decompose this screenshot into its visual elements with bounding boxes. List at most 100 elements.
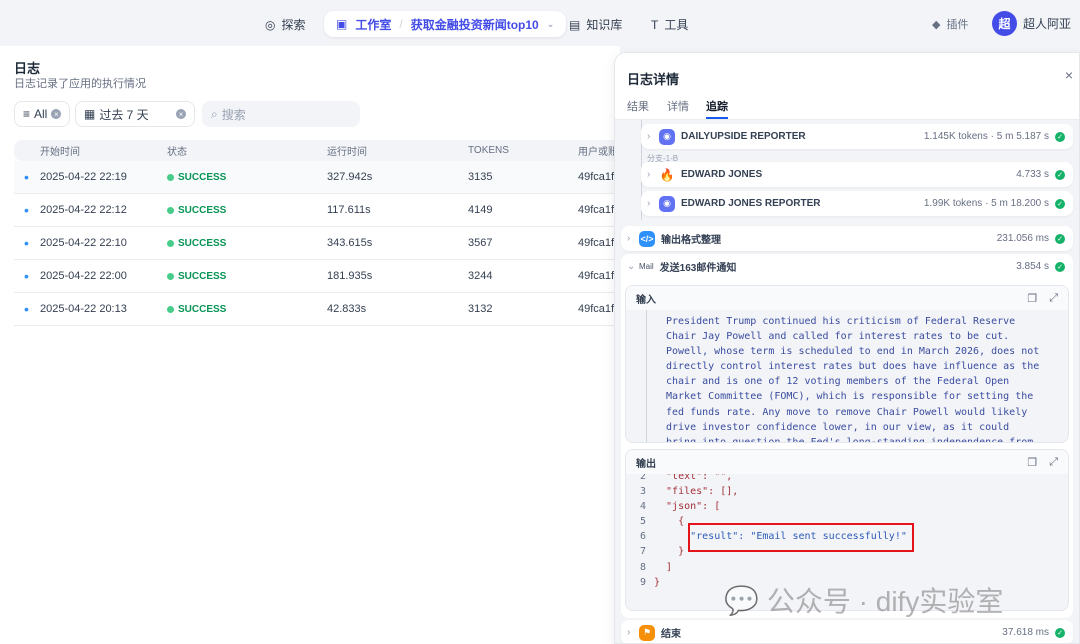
output-label: 输出	[636, 458, 656, 470]
hammer-icon: T	[651, 17, 659, 32]
start-time: 2025-04-22 22:12	[40, 204, 127, 216]
input-line: directly control interest rates but does…	[666, 361, 1040, 373]
clear-icon[interactable]: ×	[176, 109, 186, 119]
search-input[interactable]: ⌕ 搜索	[202, 101, 360, 127]
copy-icon[interactable]: ❐	[1027, 292, 1037, 305]
copy-icon[interactable]: ❐	[1027, 456, 1037, 469]
table-header: 开始时间 状态 运行时间 TOKENS 用户或账户	[14, 140, 628, 161]
user: 49fca1f	[578, 237, 615, 249]
page-subtitle: 日志记录了应用的执行情况	[14, 78, 146, 90]
check-icon: ✓	[1055, 233, 1065, 244]
code-text: {	[654, 516, 685, 528]
input-box: 输入 ❐ ⤢ President Trump continued his criti…	[625, 285, 1069, 443]
calendar-icon: ▦	[84, 107, 96, 121]
code-text: ]	[654, 561, 673, 573]
user: 49fca1f	[578, 171, 615, 183]
start-time: 2025-04-22 22:10	[40, 237, 127, 249]
line-number: 3	[639, 486, 646, 498]
expand-icon[interactable]: ⤢	[1049, 456, 1058, 469]
compass-icon: ◎	[265, 17, 276, 32]
tokens: 3244	[468, 270, 493, 282]
input-line: Chair Jay Powell and called for interest…	[666, 331, 1010, 343]
avatar: 超	[992, 11, 1017, 36]
app-selector[interactable]: 获取金融投资新闻top10	[411, 16, 539, 33]
tab-result[interactable]: 结果	[627, 98, 649, 114]
col-tokens: TOKENS	[468, 145, 509, 156]
nav-studio[interactable]: ▣ 工作室 / 获取金融投资新闻top10 ⌄	[324, 11, 567, 37]
clear-icon[interactable]: ×	[51, 109, 62, 119]
input-label: 输入	[636, 294, 656, 306]
check-icon: ✓	[1055, 198, 1065, 209]
table-row[interactable]: • 2025-04-22 22:12 SUCCESS 117.611s 4149…	[14, 194, 620, 227]
check-icon: ✓	[1055, 169, 1065, 180]
mail-icon: Mail	[639, 262, 654, 271]
status-badge: SUCCESS	[167, 161, 226, 193]
code-text: "files": [],	[654, 486, 739, 498]
code-line: 4 "json": [	[626, 499, 907, 514]
table-row[interactable]: • 2025-04-22 22:19 SUCCESS 327.942s 3135…	[14, 161, 620, 194]
runtime: 343.615s	[327, 237, 373, 249]
trace-node-header[interactable]: ⌄ Mail 发送163邮件通知 3.854 s ✓	[621, 254, 1073, 279]
user-menu[interactable]: 超超人阿亚	[992, 11, 1071, 36]
status-filter[interactable]: ≡ All ×	[14, 101, 71, 127]
nav-tools[interactable]: T 工具	[651, 16, 688, 33]
tokens: 4149	[468, 204, 493, 216]
start-time: 2025-04-22 22:00	[40, 270, 127, 282]
tokens: 3135	[468, 171, 493, 183]
tokens: 3132	[468, 303, 493, 315]
status-badge: SUCCESS	[167, 227, 226, 259]
tab-tracing[interactable]: 追踪	[706, 98, 728, 114]
line-number: 7	[639, 546, 646, 558]
studio-label[interactable]: 工作室	[355, 16, 391, 33]
expand-icon[interactable]: ⤢	[1049, 292, 1058, 305]
top-nav: ◎ 探索 ▣ 工作室 / 获取金融投资新闻top10 ⌄ ▤ 知识库 T 工具 ◆ 插件…	[0, 0, 1080, 46]
trace-node[interactable]: › ◉ DAILYUPSIDE REPORTER 1.145K tokens · 5 …	[641, 124, 1073, 149]
unread-dot: •	[24, 202, 29, 218]
log-detail-panel: 日志详情 × 结果 详情 追踪 › ◉ DAILYUPSIDE REPORTER 1.…	[614, 52, 1080, 644]
runtime: 327.942s	[327, 171, 373, 183]
nav-plugins[interactable]: ◆ 插件	[932, 16, 968, 32]
tab-detail[interactable]: 详情	[667, 98, 689, 114]
nav-explore[interactable]: ◎ 探索	[265, 16, 306, 33]
input-line: Powell, whose term is scheduled to end i…	[666, 346, 1040, 358]
check-icon: ✓	[1055, 131, 1065, 142]
input-line: bring into question the Fed's long-stand…	[666, 436, 1034, 443]
code-text: }	[654, 546, 685, 558]
status-badge: SUCCESS	[167, 194, 226, 226]
panel-title: 日志详情	[627, 72, 680, 87]
nav-knowledge[interactable]: ▤ 知识库	[569, 16, 622, 33]
table-row[interactable]: • 2025-04-22 22:00 SUCCESS 181.935s 3244…	[14, 260, 620, 293]
robot-icon: ▣	[336, 17, 348, 31]
unread-dot: •	[24, 169, 29, 185]
code-line: 3 "files": [],	[626, 484, 907, 499]
unread-dot: •	[24, 301, 29, 317]
code-icon: </>	[639, 230, 655, 247]
input-line: chair and is one of 12 voting members of…	[666, 376, 1010, 388]
check-icon: ✓	[1055, 627, 1065, 638]
period-filter[interactable]: ▦ 过去 7 天 ×	[75, 101, 195, 127]
trace-node[interactable]: › 🔥 EDWARD JONES 4.733 s ✓	[641, 162, 1073, 187]
filter-icon: ≡	[23, 107, 31, 121]
chevron-right-icon: ›	[647, 169, 651, 180]
trace-node[interactable]: › ⚑ 结束 37.618 ms ✓	[621, 620, 1073, 643]
start-time: 2025-04-22 20:13	[40, 303, 127, 315]
table-row[interactable]: • 2025-04-22 20:13 SUCCESS 42.833s 3132 …	[14, 293, 620, 326]
input-line: President Trump continued his criticism …	[666, 316, 1016, 327]
close-icon[interactable]: ×	[1065, 67, 1073, 83]
trace-node-expanded: ⌄ Mail 发送163邮件通知 3.854 s ✓ 输入 ❐ ⤢ President Tr…	[621, 254, 1073, 618]
trace-node[interactable]: › </> 输出格式整理 231.056 ms ✓	[621, 226, 1073, 251]
chevron-down-icon: ⌄	[627, 261, 636, 272]
code-text: "json": [	[654, 501, 721, 513]
highlight-box	[688, 523, 914, 552]
runtime: 117.611s	[327, 204, 371, 216]
input-line: fed funds rate. Any move to remove Chair…	[666, 406, 1028, 418]
cube-icon: ◆	[932, 18, 941, 31]
line-number: 9	[639, 576, 646, 588]
logs-page: 日志 日志记录了应用的执行情况 ≡ All × ▦ 过去 7 天 × ⌕ 搜索	[0, 46, 620, 644]
table-row[interactable]: • 2025-04-22 22:10 SUCCESS 343.615s 3567…	[14, 227, 620, 260]
input-text: President Trump continued his criticism …	[666, 314, 1040, 443]
line-number: 4	[639, 501, 646, 513]
code-text: }	[654, 576, 661, 588]
trace-node[interactable]: › ◉ EDWARD JONES REPORTER 1.99K tokens · 5 …	[641, 191, 1073, 216]
chevron-down-icon: ⌄	[546, 18, 555, 29]
